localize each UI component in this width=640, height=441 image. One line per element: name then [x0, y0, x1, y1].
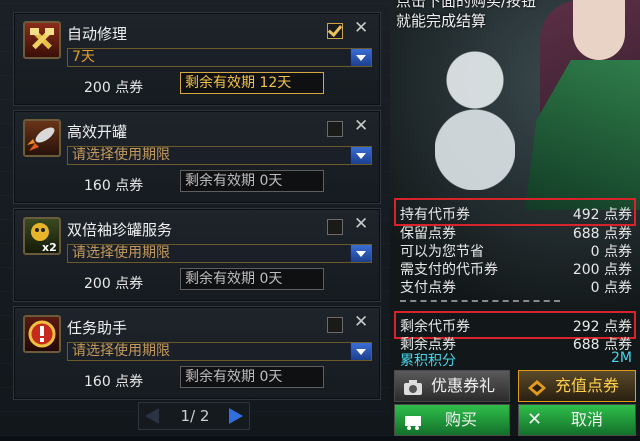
item-price: 160 点券	[84, 374, 144, 390]
stat-savings: 可以为您节省 0 点券	[400, 244, 632, 260]
snowman-illustration	[435, 40, 515, 190]
item-card-double-pocket: x2 双倍袖珍罐服务 ✕ 请选择使用期限 200 点券 剩余有效期 0天	[13, 208, 381, 302]
buy-label: 购买	[445, 410, 478, 429]
item-checkbox[interactable]	[327, 23, 343, 39]
item-price: 200 点券	[84, 80, 144, 96]
duration-select[interactable]: 请选择使用期限	[67, 342, 372, 361]
chevron-down-icon[interactable]	[350, 49, 371, 66]
chevron-down-icon[interactable]	[350, 343, 371, 360]
stat-accumulated-score: 累积积分 2M	[400, 350, 632, 369]
coupon-gift-button[interactable]: 优惠券礼盒	[394, 370, 510, 425]
close-icon[interactable]: ✕	[354, 18, 368, 38]
diamond-icon	[527, 377, 547, 396]
summary-divider	[400, 300, 560, 302]
pagination: 1/ 2	[138, 402, 250, 430]
item-checkbox[interactable]	[327, 317, 343, 333]
recharge-button[interactable]: 充值点券	[518, 370, 636, 402]
stat-points-to-pay: 支付点券 0 点券	[400, 280, 632, 296]
item-name: 双倍袖珍罐服务	[67, 221, 173, 239]
checkout-message: 点击下面的购买/按钮 就能完成结算	[396, 0, 536, 31]
buy-button[interactable]: 购买	[394, 404, 510, 436]
stat-coupons-to-pay: 需支付的代币券 200 点券	[400, 262, 632, 278]
next-page-icon[interactable]	[229, 408, 243, 424]
item-checkbox[interactable]	[327, 219, 343, 235]
character-face-illustration	[573, 0, 625, 60]
item-price: 160 点券	[84, 178, 144, 194]
item-checkbox[interactable]	[327, 121, 343, 137]
close-icon[interactable]: ✕	[354, 312, 368, 332]
item-card-fast-open: 高效开罐 ✕ 请选择使用期限 160 点券 剩余有效期 0天	[13, 110, 381, 204]
message-line-2: 就能完成结算	[396, 12, 487, 30]
duration-value: 7天	[72, 49, 95, 65]
item-name: 高效开罐	[67, 123, 128, 141]
item-name: 自动修理	[67, 25, 128, 43]
stat-reserved-points: 保留点券 688 点券	[400, 226, 632, 242]
remaining-validity: 剩余有效期 0天	[180, 170, 324, 192]
remaining-validity: 剩余有效期 0天	[180, 366, 324, 388]
alert-icon	[23, 315, 61, 353]
duration-select[interactable]: 请选择使用期限	[67, 244, 372, 263]
hammer-icon	[23, 21, 61, 59]
cancel-button[interactable]: ✕ 取消	[518, 404, 636, 436]
close-icon: ✕	[527, 409, 543, 430]
double-bonus-icon: x2	[23, 217, 61, 255]
duration-placeholder: 请选择使用期限	[72, 343, 170, 359]
chevron-down-icon[interactable]	[350, 245, 371, 262]
stat-remaining-coupons: 剩余代币券 292 点券	[400, 319, 632, 335]
remaining-validity: 剩余有效期 0天	[180, 268, 324, 290]
cart-icon	[403, 411, 423, 430]
remaining-validity: 剩余有效期 12天	[180, 72, 324, 94]
item-card-task-assistant: 任务助手 ✕ 请选择使用期限 160 点券 剩余有效期 0天	[13, 306, 381, 400]
cancel-label: 取消	[571, 410, 604, 429]
message-line-1: 点击下面的购买/按钮	[396, 0, 537, 10]
camera-icon	[403, 377, 423, 395]
item-price: 200 点券	[84, 276, 144, 292]
duration-placeholder: 请选择使用期限	[72, 147, 170, 163]
rocket-icon	[23, 119, 61, 157]
close-icon[interactable]: ✕	[354, 214, 368, 234]
item-name: 任务助手	[67, 319, 128, 337]
double-badge-text: x2	[42, 241, 57, 253]
item-list-panel: 自动修理 ✕ 7天 200 点券 剩余有效期 12天 高效开罐 ✕ 请选择使用期…	[0, 0, 390, 436]
close-icon[interactable]: ✕	[354, 116, 368, 136]
recharge-label: 充值点券	[555, 376, 620, 395]
duration-select[interactable]: 请选择使用期限	[67, 146, 372, 165]
duration-placeholder: 请选择使用期限	[72, 245, 170, 261]
item-card-auto-repair: 自动修理 ✕ 7天 200 点券 剩余有效期 12天	[13, 12, 381, 106]
duration-select[interactable]: 7天	[67, 48, 372, 67]
stat-held-coupons: 持有代币券 492 点券	[400, 207, 632, 223]
chevron-down-icon[interactable]	[350, 147, 371, 164]
